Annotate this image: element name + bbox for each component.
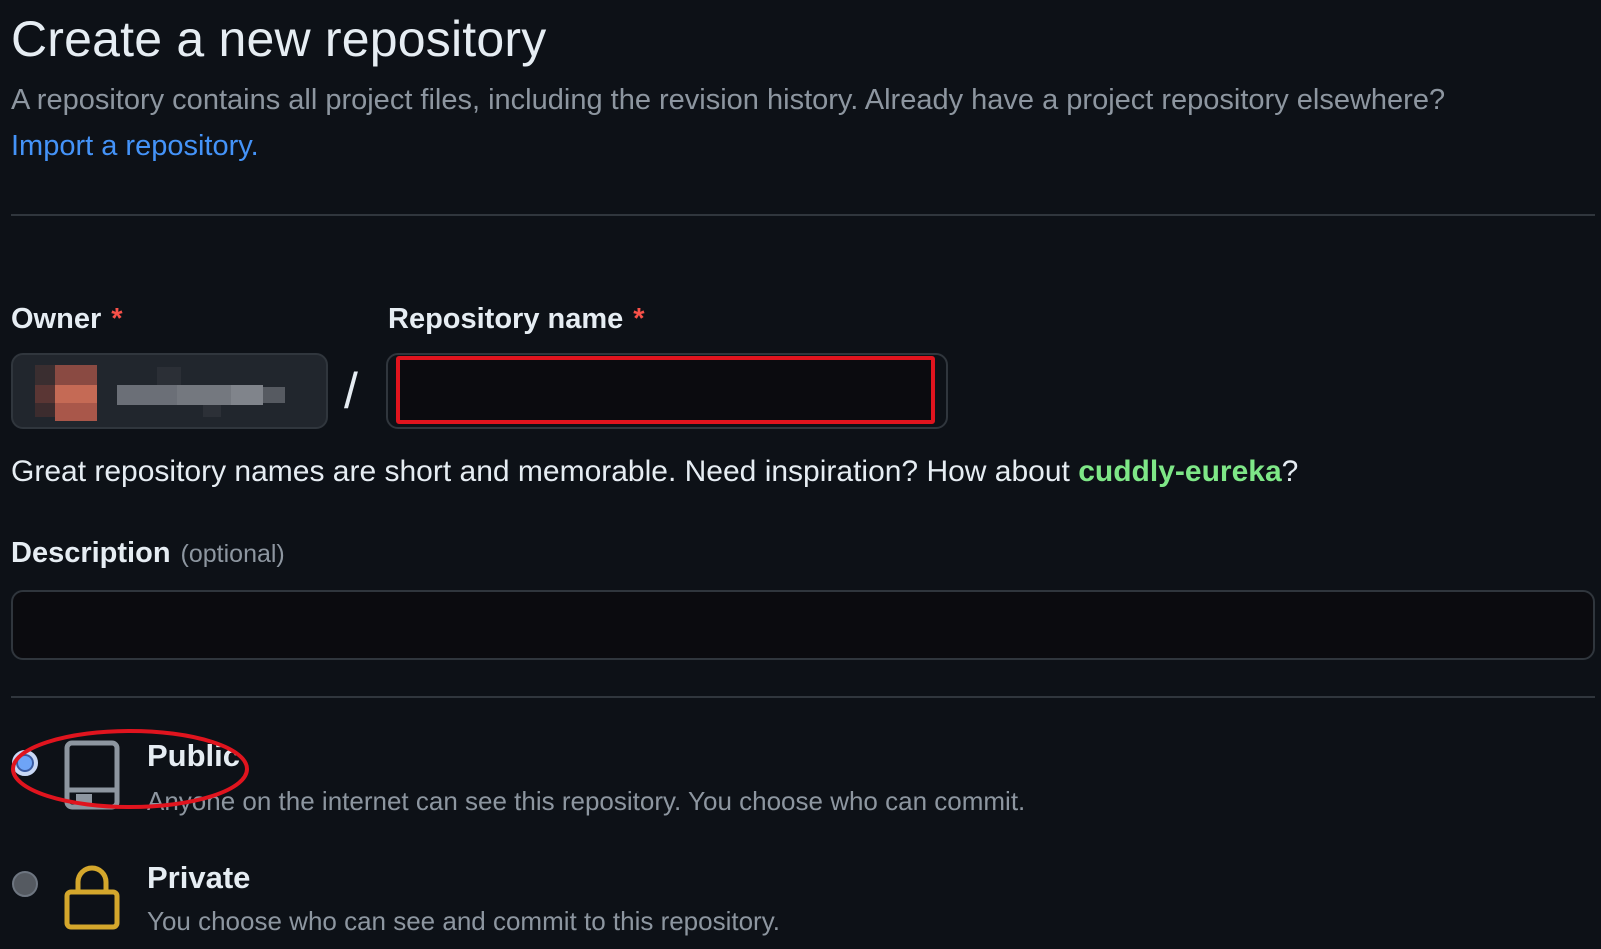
- private-description: You choose who can see and commit to thi…: [147, 906, 781, 936]
- hint-suffix: ?: [1281, 455, 1299, 488]
- private-radio[interactable]: [12, 871, 38, 897]
- name-suggestion[interactable]: cuddly-eureka: [1078, 455, 1281, 488]
- required-asterisk: *: [633, 303, 645, 335]
- owner-repo-separator: /: [344, 363, 358, 419]
- optional-tag: (optional): [180, 540, 285, 568]
- import-repository-link[interactable]: Import a repository.: [11, 130, 259, 163]
- hint-text: Great repository names are short and mem…: [11, 455, 1079, 488]
- private-title: Private: [147, 860, 251, 895]
- page-title: Create a new repository: [11, 11, 547, 67]
- repository-name-label: Repository name *: [388, 303, 645, 336]
- description-label: Description (optional): [11, 537, 285, 570]
- divider: [11, 214, 1595, 216]
- owner-select[interactable]: [11, 353, 328, 429]
- repository-name-label-text: Repository name: [388, 303, 624, 335]
- description-label-text: Description: [11, 537, 171, 569]
- repository-name-input[interactable]: [396, 356, 935, 424]
- repo-icon: [64, 740, 120, 810]
- public-description: Anyone on the internet can see this repo…: [147, 786, 1026, 816]
- divider: [11, 696, 1595, 698]
- create-repository-page: Create a new repository A repository con…: [0, 0, 1601, 949]
- repository-name-hint: Great repository names are short and mem…: [11, 455, 1298, 489]
- lock-icon: [64, 865, 120, 930]
- required-asterisk: *: [111, 303, 123, 335]
- owner-label: Owner *: [11, 303, 123, 336]
- public-radio[interactable]: [12, 750, 38, 776]
- owner-label-text: Owner: [11, 303, 102, 335]
- public-title: Public: [147, 738, 241, 773]
- page-subtitle: A repository contains all project files,…: [11, 84, 1446, 116]
- description-input[interactable]: [11, 590, 1595, 660]
